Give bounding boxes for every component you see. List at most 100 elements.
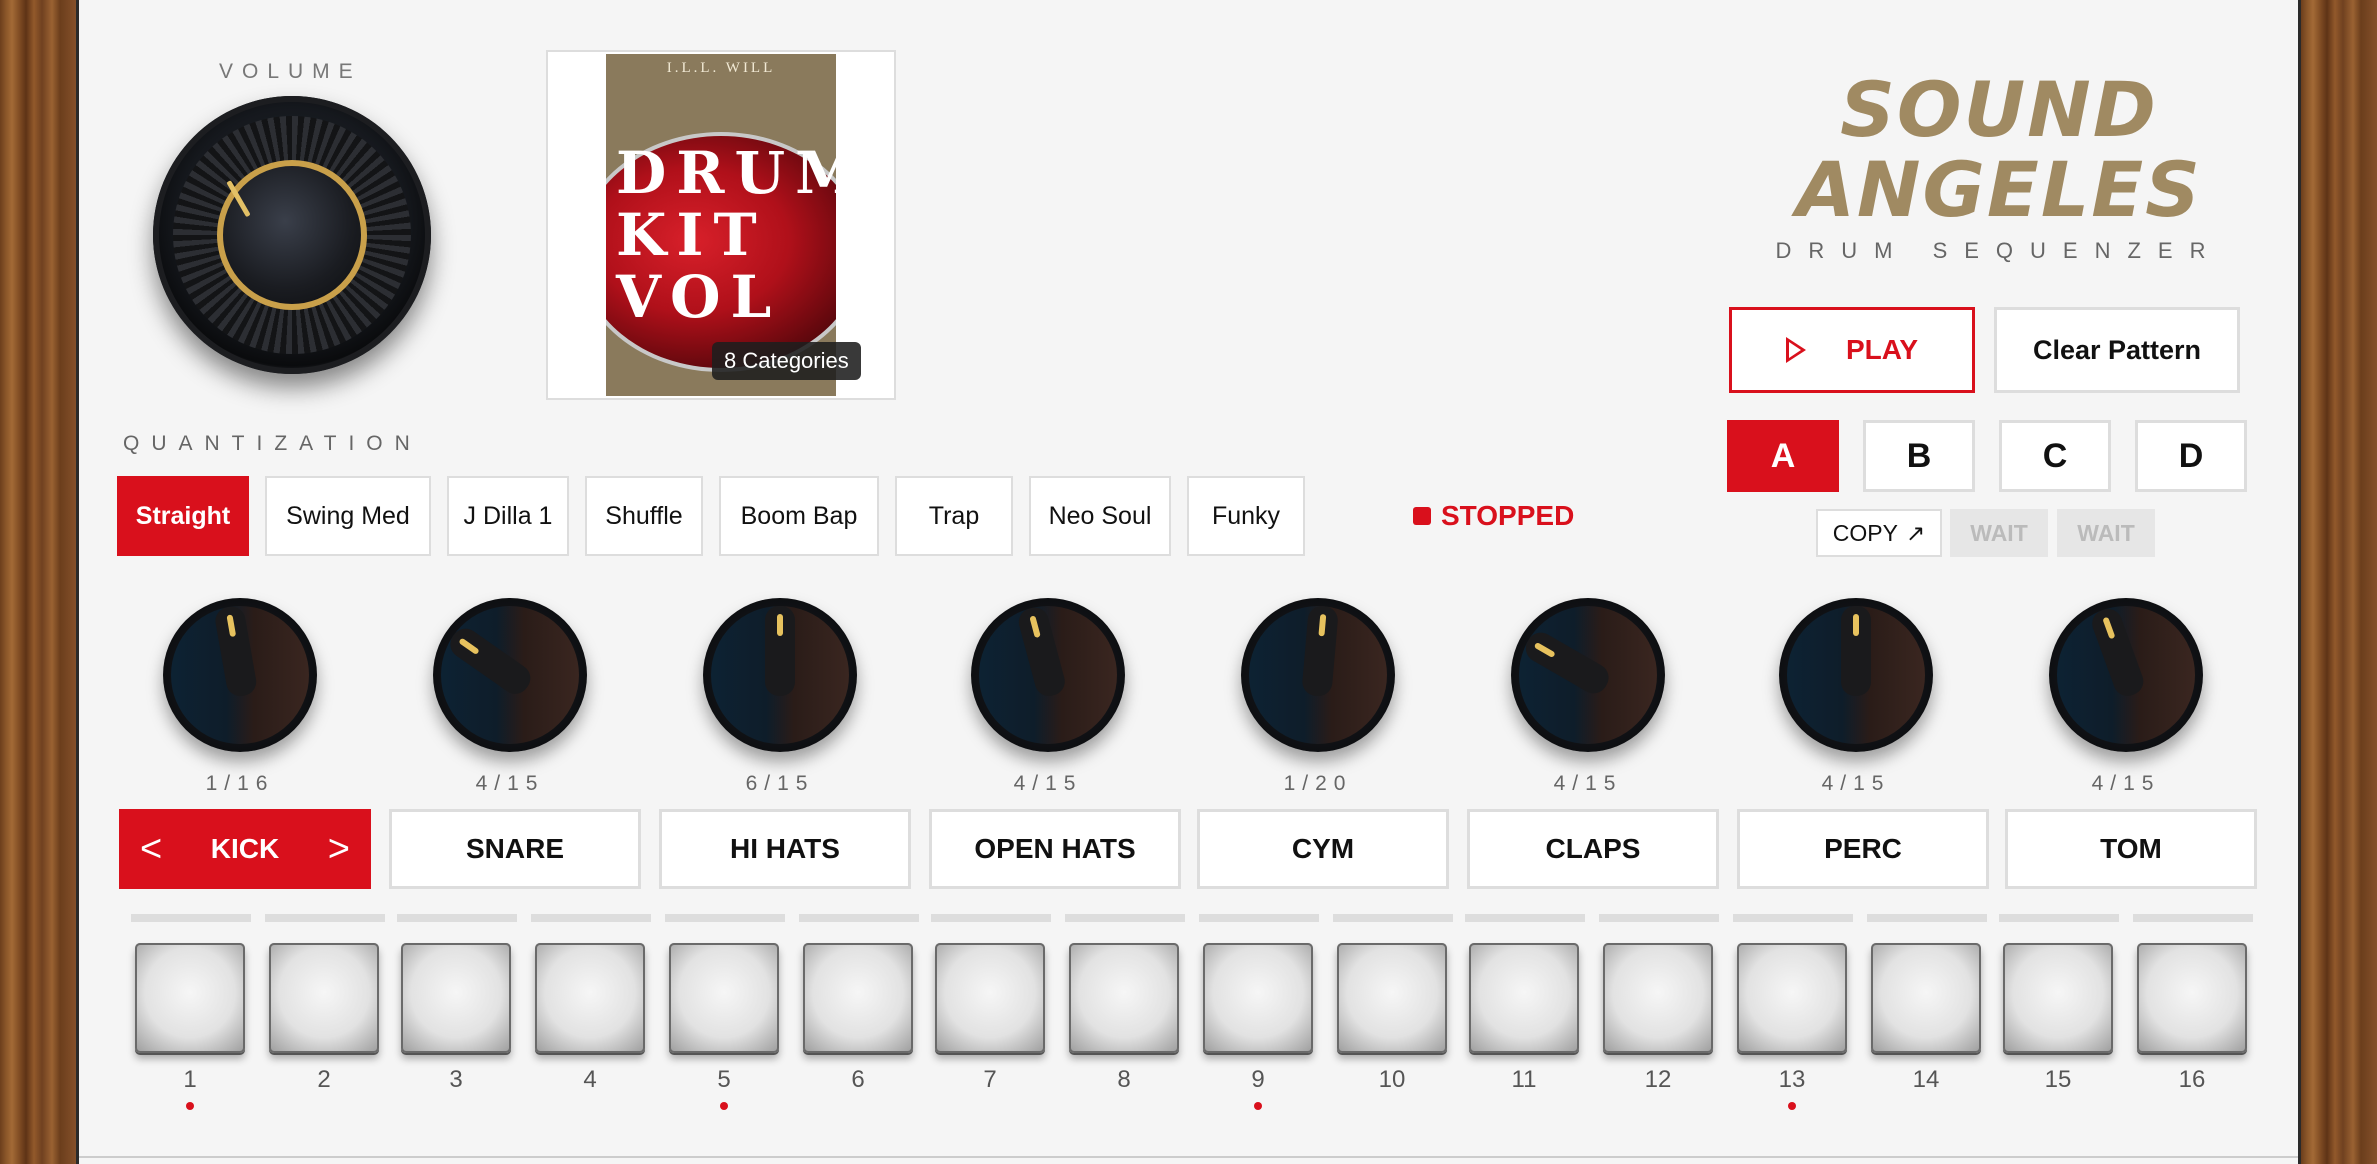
step-indicator (1465, 914, 1585, 922)
track-knob[interactable] (433, 598, 587, 752)
step-number: 10 (1378, 1066, 1406, 1093)
volume-knob[interactable] (153, 96, 431, 374)
instrument-tom[interactable]: TOM (2005, 809, 2257, 889)
brand-name: SOUND ANGELES (1796, 65, 2202, 234)
step-pad[interactable] (1337, 943, 1447, 1053)
step-pad[interactable] (1203, 943, 1313, 1053)
instrument-perc[interactable]: PERC (1737, 809, 1989, 889)
step-indicator (1199, 914, 1319, 922)
step-pad[interactable] (535, 943, 645, 1053)
stop-icon (1413, 507, 1431, 525)
step-indicator (1599, 914, 1719, 922)
quantization-label: QUANTIZATION (123, 432, 422, 455)
play-icon (1785, 337, 1806, 363)
quant-boom-bap[interactable]: Boom Bap (719, 476, 879, 556)
step-indicator (799, 914, 919, 922)
track-knob[interactable] (703, 598, 857, 752)
step-number: 5 (717, 1066, 731, 1093)
pattern-button-b[interactable]: B (1863, 420, 1975, 492)
copy-button[interactable]: COPY ↗ (1816, 509, 1942, 557)
step-pad[interactable] (1069, 943, 1179, 1053)
clear-pattern-button[interactable]: Clear Pattern (1994, 307, 2240, 393)
step-pad[interactable] (669, 943, 779, 1053)
step-pad[interactable] (803, 943, 913, 1053)
step-number: 6 (851, 1066, 865, 1093)
step-indicator (1333, 914, 1453, 922)
step-pad[interactable] (2003, 943, 2113, 1053)
pattern-button-c[interactable]: C (1999, 420, 2111, 492)
wood-side-left (0, 0, 76, 1164)
step-number: 13 (1778, 1066, 1806, 1093)
step-number: 2 (317, 1066, 331, 1093)
beat-marker-dot (1254, 1102, 1262, 1110)
knob-value: 1/20 (1283, 772, 1353, 795)
step-indicator (531, 914, 651, 922)
knob-handle (1841, 606, 1871, 696)
step-pad[interactable] (269, 943, 379, 1053)
prev-instrument-button[interactable]: < (140, 828, 162, 871)
step-pad[interactable] (1871, 943, 1981, 1053)
beat-marker-dot (720, 1102, 728, 1110)
knob-value: 4/15 (475, 772, 545, 795)
pattern-button-a[interactable]: A (1727, 420, 1839, 492)
step-number: 7 (983, 1066, 997, 1093)
step-number: 14 (1912, 1066, 1940, 1093)
instrument-open-hats[interactable]: OPEN HATS (929, 809, 1181, 889)
knob-value: 4/15 (1013, 772, 1083, 795)
step-number: 9 (1251, 1066, 1265, 1093)
step-number: 11 (1511, 1066, 1537, 1093)
arrow-up-right-icon: ↗ (1905, 519, 1926, 546)
knob-value: 4/15 (2091, 772, 2161, 795)
step-indicator (1999, 914, 2119, 922)
step-number: 16 (2178, 1066, 2206, 1093)
step-indicator (665, 914, 785, 922)
next-instrument-button[interactable]: > (328, 828, 350, 871)
beat-marker-dot (186, 1102, 194, 1110)
quant-trap[interactable]: Trap (895, 476, 1013, 556)
step-number: 4 (583, 1066, 597, 1093)
step-indicator (2133, 914, 2253, 922)
step-pad[interactable] (1737, 943, 1847, 1053)
quant-neo-soul[interactable]: Neo Soul (1029, 476, 1171, 556)
step-indicator (1867, 914, 1987, 922)
quant-funky[interactable]: Funky (1187, 476, 1305, 556)
instrument-cym[interactable]: CYM (1197, 809, 1449, 889)
brand-subtitle: DRUM SEQUENZER (1775, 238, 2223, 263)
knob-value: 4/15 (1821, 772, 1891, 795)
step-indicator (1065, 914, 1185, 922)
step-pad[interactable] (935, 943, 1045, 1053)
quant-straight[interactable]: Straight (117, 476, 249, 556)
step-indicator (131, 914, 251, 922)
step-number: 1 (183, 1066, 197, 1093)
track-knob[interactable] (971, 598, 1125, 752)
sequencer-panel: VOLUME I.L.L. WILL DRUM KIT VOL 1 8 Cate… (76, 0, 2301, 1164)
step-pad[interactable] (135, 943, 245, 1053)
knob-handle (765, 606, 795, 696)
quant-swing-med[interactable]: Swing Med (265, 476, 431, 556)
instrument-claps[interactable]: CLAPS (1467, 809, 1719, 889)
play-button[interactable]: PLAY (1729, 307, 1975, 393)
step-indicator (397, 914, 517, 922)
category-badge[interactable]: 8 Categories (712, 342, 861, 380)
track-knob[interactable] (2049, 598, 2203, 752)
album-cover[interactable]: I.L.L. WILL DRUM KIT VOL 1 8 Categories (546, 50, 896, 400)
step-pad[interactable] (1469, 943, 1579, 1053)
step-number: 15 (2044, 1066, 2072, 1093)
step-pad[interactable] (1603, 943, 1713, 1053)
wait-button[interactable]: WAIT (2057, 509, 2155, 557)
track-knob[interactable] (163, 598, 317, 752)
quant-shuffle[interactable]: Shuffle (585, 476, 703, 556)
instrument-hi-hats[interactable]: HI HATS (659, 809, 911, 889)
wait-button[interactable]: WAIT (1950, 509, 2048, 557)
track-knob[interactable] (1241, 598, 1395, 752)
bottom-divider (79, 1156, 2298, 1158)
instrument-kick[interactable]: < KICK > (119, 809, 371, 889)
step-pad[interactable] (2137, 943, 2247, 1053)
brand-logo: SOUND ANGELES DRUM SEQUENZER (1719, 70, 2279, 264)
step-pad[interactable] (401, 943, 511, 1053)
pattern-button-d[interactable]: D (2135, 420, 2247, 492)
instrument-snare[interactable]: SNARE (389, 809, 641, 889)
track-knob[interactable] (1779, 598, 1933, 752)
quant-j-dilla-1[interactable]: J Dilla 1 (447, 476, 569, 556)
track-knob[interactable] (1511, 598, 1665, 752)
